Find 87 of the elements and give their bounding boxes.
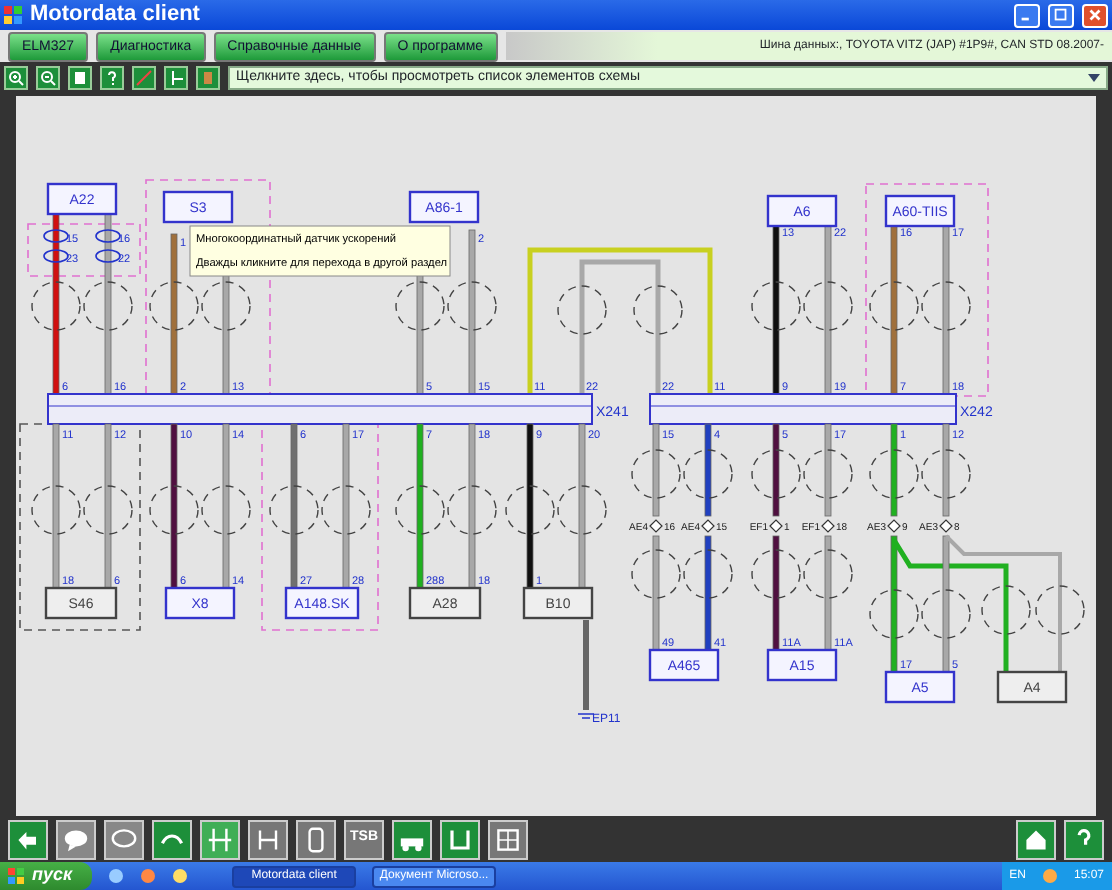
wire-section-circle [803, 281, 853, 331]
page-icon[interactable] [68, 65, 92, 89]
home-icon[interactable] [1016, 819, 1056, 859]
car-icon[interactable] [392, 819, 432, 859]
wire-section-circle [31, 281, 81, 331]
wire-section-circle [869, 449, 919, 499]
splice-icon [649, 519, 663, 533]
terminal-icon [95, 249, 121, 263]
minimize-button[interactable] [1014, 3, 1040, 27]
component-box [44, 586, 118, 620]
component-box [766, 648, 838, 682]
wire-section-circle [981, 585, 1031, 635]
close-button[interactable] [1082, 3, 1108, 27]
terminal-icon [43, 229, 69, 243]
wire-section-circle [83, 485, 133, 535]
wire-section-circle [631, 549, 681, 599]
zoom-in-icon[interactable] [4, 65, 28, 89]
wire-section-circle [149, 281, 199, 331]
component-box [164, 586, 236, 620]
wire-section-circle [83, 281, 133, 331]
layout-icon[interactable] [164, 65, 188, 89]
wiring-icon[interactable] [248, 819, 288, 859]
wire-section-circle [631, 449, 681, 499]
splice-icon [887, 519, 901, 533]
speech-bubble-icon[interactable] [104, 819, 144, 859]
splice-icon [701, 519, 715, 533]
wire-section-circle [395, 485, 445, 535]
component-box [996, 670, 1068, 704]
wire-section-circle [751, 281, 801, 331]
wire-section-circle [321, 485, 371, 535]
zoom-out-icon[interactable] [36, 65, 60, 89]
wire-section-circle [921, 589, 971, 639]
wire-section-circle [557, 285, 607, 335]
window-title: Motordata client [30, 0, 202, 31]
maximize-button[interactable] [1048, 3, 1074, 27]
component-box [162, 190, 234, 224]
wiring-icon[interactable] [200, 819, 240, 859]
wire-section-circle [447, 281, 497, 331]
component-box [46, 182, 118, 216]
speech-bubble-icon[interactable] [56, 819, 96, 859]
component-box [648, 648, 720, 682]
component-box [408, 190, 480, 224]
splice-icon [939, 519, 953, 533]
wire-section-circle [803, 549, 853, 599]
grid-icon[interactable] [488, 819, 528, 859]
component-box [284, 586, 360, 620]
wire-section-circle [447, 485, 497, 535]
caret-icon [1088, 71, 1100, 83]
wire-section-circle [149, 485, 199, 535]
wire-section-circle [683, 549, 733, 599]
component-box [766, 194, 838, 228]
wire-section-circle [751, 549, 801, 599]
book-icon[interactable] [196, 65, 220, 89]
wire-section-circle [505, 485, 555, 535]
wire-section-circle [921, 281, 971, 331]
wire-section-circle [869, 589, 919, 639]
app-logo-icon [4, 6, 22, 24]
component-box [522, 586, 594, 620]
wire-section-circle [751, 449, 801, 499]
component-box [884, 670, 956, 704]
wire-section-circle [633, 285, 683, 335]
splice-icon [769, 519, 783, 533]
wire-section-circle [869, 281, 919, 331]
terminal-icon [95, 229, 121, 243]
component-box [408, 586, 482, 620]
dashed-outline [27, 223, 141, 277]
wire-section-circle [683, 449, 733, 499]
wire-section-circle [395, 281, 445, 331]
wire-section-circle [201, 281, 251, 331]
slash-icon[interactable] [132, 65, 156, 89]
wire-section-circle [921, 449, 971, 499]
close-icon [1086, 6, 1104, 24]
help-icon[interactable] [1064, 819, 1104, 859]
wire-section-circle [557, 485, 607, 535]
terminal-icon [43, 249, 69, 263]
ground-icon [577, 713, 595, 719]
wire-section-circle [201, 485, 251, 535]
component-box [884, 194, 956, 228]
wire-section-circle [269, 485, 319, 535]
maximize-icon [1052, 6, 1070, 24]
wire-section-circle [1035, 585, 1085, 635]
ground-wire [583, 620, 589, 710]
wire-section-circle [803, 449, 853, 499]
help-icon[interactable] [100, 65, 124, 89]
wire-section-circle [31, 485, 81, 535]
windows-flag-icon [8, 868, 24, 884]
splice-icon [821, 519, 835, 533]
